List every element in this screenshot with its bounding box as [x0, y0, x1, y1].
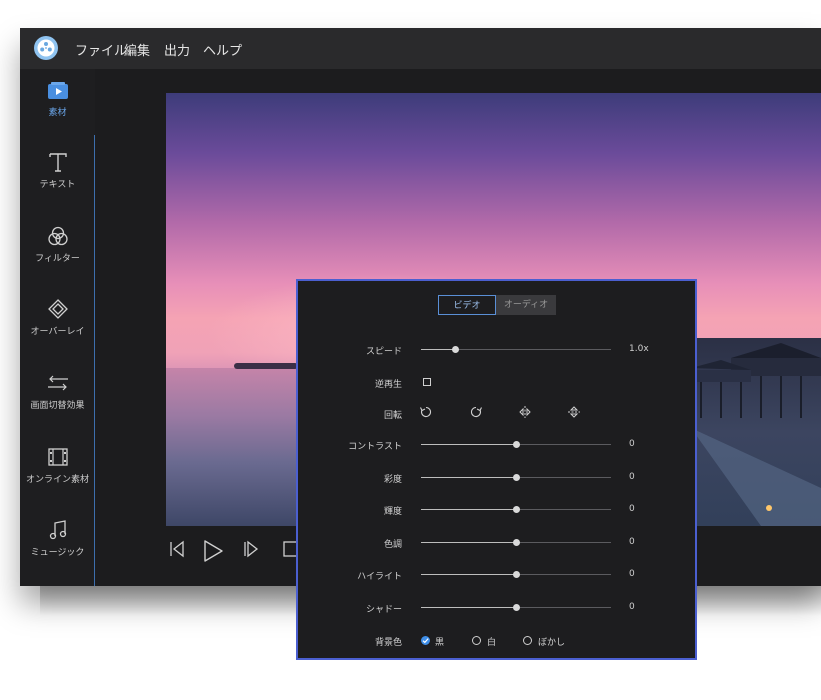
brightness-value: 0 — [629, 504, 635, 514]
sidebar-item-label: ミュージック — [30, 548, 85, 558]
contrast-slider[interactable] — [421, 441, 611, 448]
highlight-slider[interactable] — [421, 571, 611, 578]
menu-file[interactable]: ファイル — [75, 40, 127, 59]
sidebar-item-overlay[interactable]: オーバーレイ — [20, 298, 95, 337]
shadow-slider[interactable] — [421, 604, 611, 611]
highlight-label: ハイライト — [357, 572, 402, 582]
reverse-checkbox[interactable] — [423, 378, 431, 386]
slider-knob[interactable] — [513, 506, 520, 513]
transition-icon — [47, 375, 68, 391]
brightness-label: 輝度 — [383, 507, 402, 517]
sidebar-item-text[interactable]: テキスト — [20, 151, 95, 190]
slider-knob[interactable] — [513, 539, 520, 546]
tab-audio[interactable]: オーディオ — [496, 295, 556, 315]
hue-value: 0 — [629, 537, 635, 547]
slider-knob[interactable] — [513, 441, 520, 448]
sidebar-item-label: オンライン素材 — [25, 475, 89, 485]
contrast-value: 0 — [629, 439, 635, 449]
menu-bar: ファイル 編集 出力 ヘルプ — [20, 28, 821, 69]
pier-overlay-image — [691, 338, 821, 526]
island-silhouette — [234, 363, 298, 369]
saturation-value: 0 — [629, 472, 635, 482]
reverse-label: 逆再生 — [374, 380, 402, 390]
slider-knob[interactable] — [513, 571, 520, 578]
media-icon — [47, 82, 68, 99]
next-frame-icon[interactable] — [242, 540, 260, 558]
flip-vertical-icon[interactable] — [567, 405, 581, 419]
sidebar-item-online-media[interactable]: オンライン素材 — [20, 446, 95, 485]
menu-edit[interactable]: 編集 — [124, 40, 150, 59]
sidebar-item-transition[interactable]: 画面切替効果 — [20, 372, 95, 411]
slider-fill — [421, 574, 516, 575]
overlay-icon — [47, 299, 68, 319]
saturation-label: 彩度 — [383, 475, 402, 485]
background-black-label: 黒 — [435, 638, 445, 648]
sidebar-item-label: 画面切替効果 — [30, 401, 85, 411]
slider-knob[interactable] — [513, 474, 520, 481]
shadow-value: 0 — [629, 602, 635, 612]
background-blur-radio[interactable] — [523, 636, 532, 645]
sidebar: 素材 テキスト フィルター オーバーレイ 画面切替効果 オンライン素材 ミュージ… — [20, 69, 95, 586]
app-logo-icon — [34, 36, 58, 60]
flip-horizontal-icon[interactable] — [518, 405, 532, 419]
brightness-slider[interactable] — [421, 506, 611, 513]
previous-frame-icon[interactable] — [168, 540, 186, 558]
slider-knob[interactable] — [452, 346, 460, 353]
slider-fill — [421, 542, 516, 543]
shadow-label: シャドー — [365, 605, 402, 615]
contrast-label: コントラスト — [348, 442, 402, 452]
slider-fill — [421, 349, 456, 350]
background-black-radio[interactable] — [421, 636, 430, 645]
film-icon — [47, 448, 68, 466]
filter-icon — [47, 226, 68, 246]
sidebar-item-label: 素材 — [48, 108, 67, 118]
slider-fill — [421, 444, 516, 445]
text-icon — [48, 153, 67, 172]
slider-knob[interactable] — [513, 604, 520, 611]
tab-video[interactable]: ビデオ — [438, 295, 496, 315]
check-icon — [422, 638, 429, 644]
sidebar-item-label: テキスト — [39, 180, 76, 190]
menu-export[interactable]: 出力 — [164, 40, 190, 59]
slider-fill — [421, 509, 516, 510]
rotate-label: 回転 — [383, 411, 402, 421]
saturation-slider[interactable] — [421, 474, 611, 481]
background-color-label: 背景色 — [374, 638, 402, 648]
rotate-left-icon[interactable] — [419, 405, 433, 419]
sidebar-item-music[interactable]: ミュージック — [20, 519, 95, 558]
hue-slider[interactable] — [421, 539, 611, 546]
rotate-right-icon[interactable] — [469, 405, 483, 419]
speed-value: 1.0x — [629, 344, 649, 354]
highlight-value: 0 — [629, 569, 635, 579]
hue-label: 色調 — [383, 540, 402, 550]
slider-fill — [421, 607, 516, 608]
background-white-radio[interactable] — [472, 636, 481, 645]
play-icon[interactable] — [202, 540, 224, 562]
speed-label: スピード — [365, 347, 402, 357]
sidebar-item-media[interactable]: 素材 — [20, 81, 95, 118]
music-icon — [49, 520, 66, 540]
background-white-label: 白 — [487, 638, 497, 648]
background-blur-label: ぼかし — [538, 638, 566, 648]
sidebar-item-label: オーバーレイ — [30, 327, 85, 337]
slider-fill — [421, 477, 516, 478]
sidebar-item-label: フィルター — [35, 254, 80, 264]
sidebar-item-filter[interactable]: フィルター — [20, 225, 95, 264]
speed-slider[interactable] — [421, 346, 611, 353]
menu-help[interactable]: ヘルプ — [203, 40, 242, 59]
video-settings-dialog: ビデオ オーディオ スピード 1.0x 逆再生 回転 コントラスト 0 彩度 0… — [296, 279, 697, 660]
